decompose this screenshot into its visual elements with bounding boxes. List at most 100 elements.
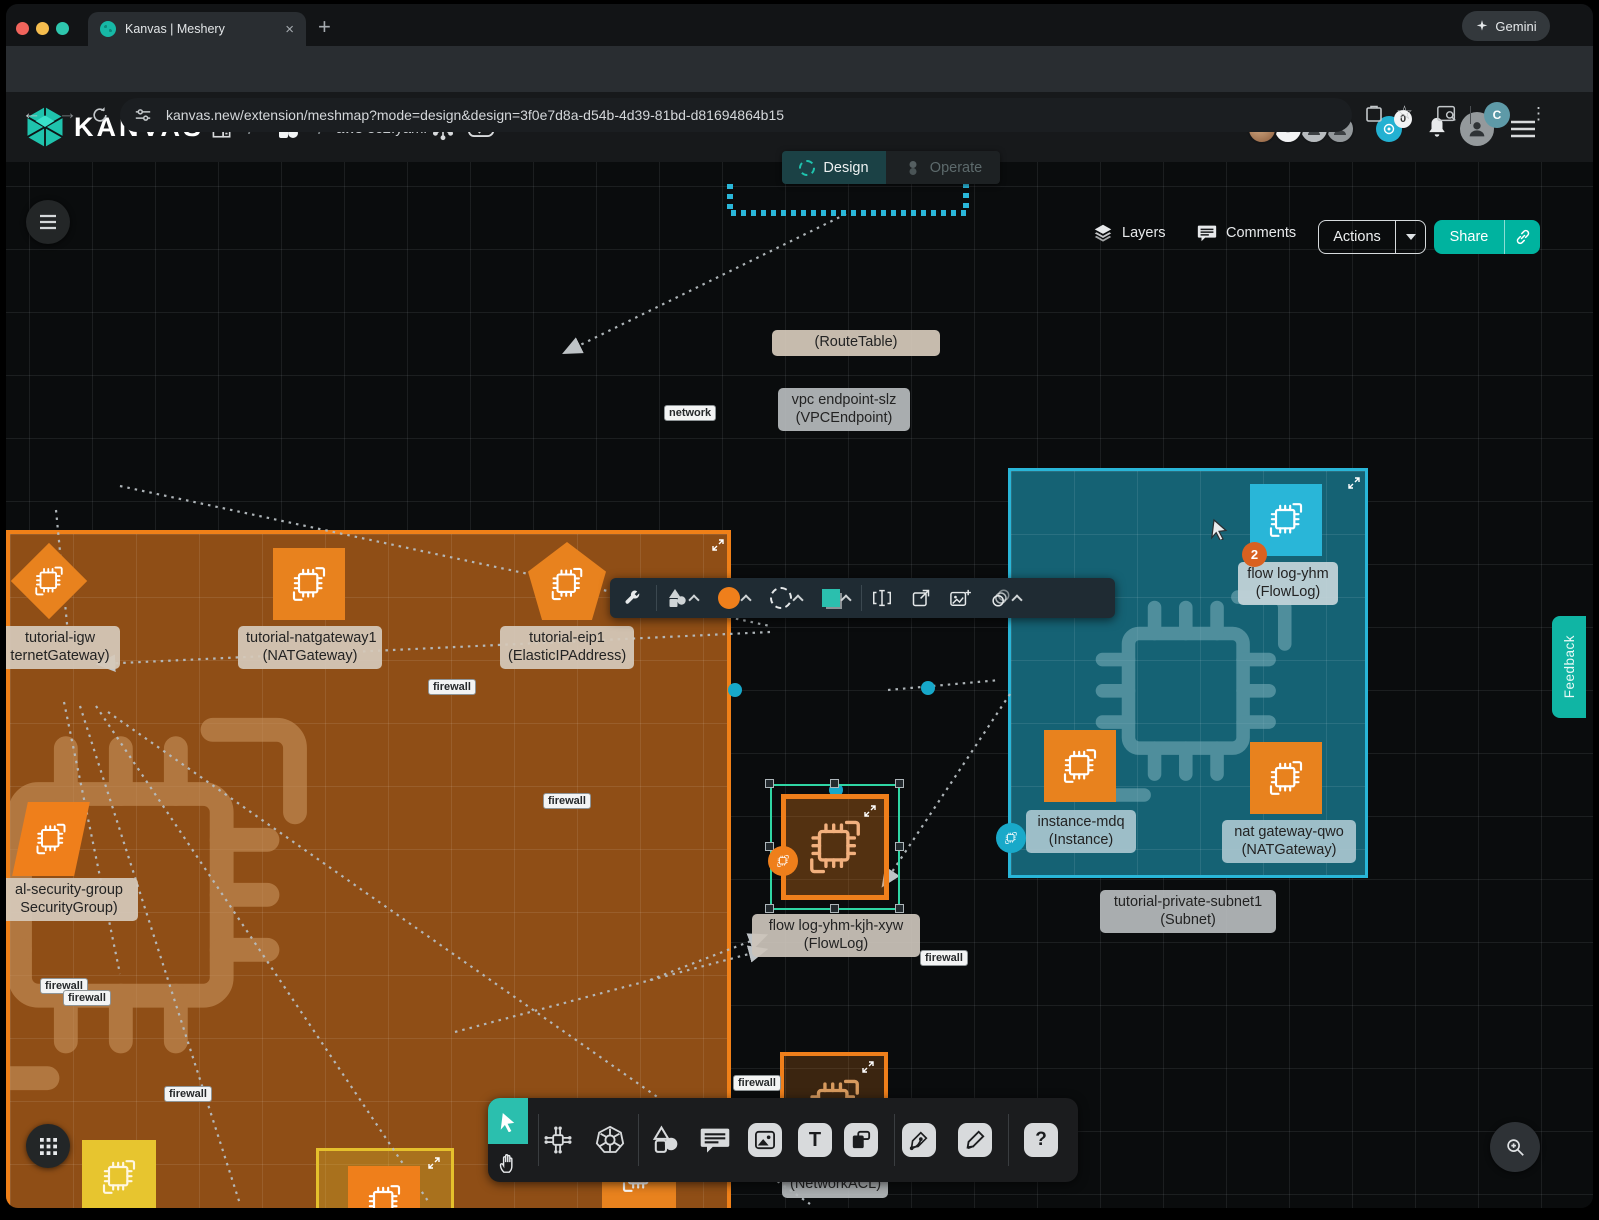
selection-handle[interactable] [895,842,904,851]
profile-avatar[interactable]: C [1484,102,1510,128]
shape-color-button[interactable] [813,578,861,618]
shapes-menu-button[interactable] [657,578,709,618]
tab-design[interactable]: Design [782,151,886,184]
selection-handle[interactable] [895,779,904,788]
node-nat-gateway-qwo[interactable] [1250,742,1322,814]
node-label-security-group[interactable]: al-security-group SecurityGroup) [6,878,138,921]
mouse-cursor-icon [1210,518,1230,540]
fullscreen-window-button[interactable] [56,22,69,35]
gemini-button[interactable]: Gemini [1462,11,1550,41]
node-label-vpc-endpoint[interactable]: vpc endpoint-slz (VPCEndpoint) [778,388,910,431]
node-flow-log-gpt[interactable] [348,1166,420,1208]
chip-icon [289,564,329,604]
node-label-nat-gateway-qwo[interactable]: nat gateway-qwo (NATGateway) [1222,820,1356,863]
node-instance-mdq-gnx[interactable] [82,1140,156,1208]
text-tool[interactable]: T [798,1123,832,1157]
design-mode-icon [799,160,815,176]
chevron-up-icon [688,594,699,605]
selected-node-port-badge[interactable] [768,846,798,876]
select-tool[interactable] [488,1098,528,1144]
subnet-port-badge[interactable] [996,823,1026,853]
group-style-button[interactable] [980,578,1032,618]
node-nat-gateway-1[interactable] [273,548,345,620]
node-label-instance-mdq[interactable]: instance-mdq (Instance) [1026,810,1136,853]
tab-search-icon[interactable] [1436,104,1458,124]
kubernetes-tool[interactable] [590,1106,630,1174]
network-acl-expand-icon[interactable] [862,1060,874,1078]
browser-tab-strip: Kanvas | Meshery × + Gemini [6,4,1593,46]
rename-button[interactable] [862,578,902,618]
tab-close-icon[interactable]: × [285,21,294,38]
widgets-grid-button[interactable] [26,1124,70,1168]
edge-pen-tool[interactable] [902,1123,936,1157]
border-style-button[interactable] [761,578,813,618]
chip-icon [33,821,69,857]
selected-node-expand-icon[interactable] [864,804,876,822]
circuit-icon [543,1125,573,1155]
pan-tool[interactable] [488,1144,528,1182]
zoom-button[interactable] [1490,1122,1540,1172]
feedback-tab[interactable]: Feedback [1552,616,1586,718]
node-label-flow-log-selected[interactable]: flow log-yhm-kjh-xyw (FlowLog) [752,914,920,957]
flow-log-gpt-expand-icon[interactable] [428,1156,440,1174]
node-label-nat-gateway-1[interactable]: tutorial-natgateway1 (NATGateway) [238,626,382,669]
selection-handle[interactable] [830,779,839,788]
minimize-window-button[interactable] [36,22,49,35]
forward-button[interactable]: → [58,103,77,125]
image-icon [754,1130,776,1150]
node-label-elastic-ip[interactable]: tutorial-eip1 (ElasticIPAddress) [500,626,634,669]
browser-tab[interactable]: Kanvas | Meshery × [88,12,306,46]
flow-log-yhm-count-badge[interactable]: 2 [1242,542,1267,567]
text-tool-glyph: T [809,1129,821,1152]
selection-handle[interactable] [765,904,774,913]
node-instance-mdq[interactable] [1044,730,1116,802]
help-button[interactable]: ? [1024,1123,1058,1157]
copy-link-button[interactable] [1504,220,1540,254]
selection-handle[interactable] [895,904,904,913]
selection-handle[interactable] [830,904,839,913]
selection-handle[interactable] [765,779,774,788]
shapes-tool[interactable] [644,1106,688,1174]
comments-button[interactable]: Comments [1196,222,1296,244]
actions-dropdown-button[interactable] [1395,221,1425,253]
back-button[interactable]: ← [22,103,41,125]
vpc-region-expand-icon[interactable] [712,538,724,556]
components-tool[interactable] [540,1106,576,1174]
fill-color-button[interactable] [709,578,761,618]
save-icon[interactable] [1364,104,1384,124]
node-label-route-table[interactable]: (RouteTable) [772,330,940,356]
reload-button[interactable] [90,105,110,125]
configure-button[interactable] [610,578,656,618]
sketch-tool[interactable] [958,1123,992,1157]
chip-icon [804,816,866,878]
circles-stack-icon [989,587,1011,609]
subnet-region-expand-icon[interactable] [1348,476,1360,494]
canvas-menu-button[interactable] [26,200,70,244]
node-label-flow-log-yhm[interactable]: flow log-yhm (FlowLog) [1238,562,1338,605]
open-in-new-button[interactable] [902,578,940,618]
node-label-internet-gateway[interactable]: tutorial-igw ternetGateway) [6,626,120,669]
actions-button[interactable]: Actions [1319,221,1395,253]
design-canvas[interactable]: network firewall firewall firewall firew… [6,162,1593,1208]
edge-label-network: network [664,405,716,421]
chip-icon [548,565,586,603]
close-window-button[interactable] [16,22,29,35]
tab-operate[interactable]: Operate [886,151,1000,184]
chip-icon [1004,831,1018,845]
image-tool[interactable] [748,1123,782,1157]
comment-tool[interactable] [692,1106,738,1174]
overlap-shapes-icon [851,1130,871,1150]
site-settings-icon[interactable] [134,106,152,124]
new-tab-button[interactable]: + [318,14,331,40]
address-bar[interactable]: kanvas.new/extension/meshmap?mode=design… [120,98,1352,132]
wrench-icon [623,588,643,608]
bookmark-star-icon[interactable]: ☆ [1396,102,1413,125]
layers-button[interactable]: Layers [1092,222,1166,244]
browser-menu-icon[interactable]: ⋮ [1530,104,1547,124]
add-image-button[interactable] [940,578,980,618]
share-button[interactable]: Share [1434,220,1504,254]
tab-title: Kanvas | Meshery [125,22,285,36]
chip-icon [1266,758,1306,798]
node-label-private-subnet[interactable]: tutorial-private-subnet1 (Subnet) [1100,890,1276,933]
shape-tool[interactable] [844,1123,878,1157]
